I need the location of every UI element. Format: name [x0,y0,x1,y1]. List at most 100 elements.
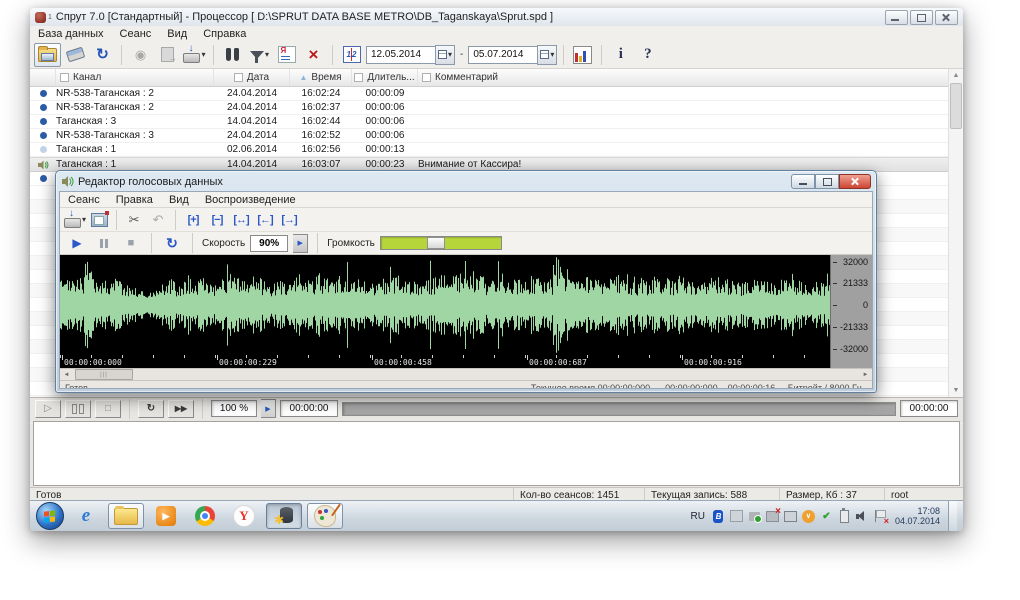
table-row[interactable]: Таганская : 102.06.201416:02:5600:00:13 [30,143,963,157]
menu-item-база-данных[interactable]: База данных [30,28,112,40]
minimize-button[interactable] [885,10,908,25]
playback-progress-bar[interactable] [342,402,896,416]
date-filter-button[interactable]: 12 [339,44,364,66]
menu-item-воспроизведение[interactable]: Воспроизведение [197,194,304,206]
hidden-icons-button[interactable]: ∨ [802,510,815,523]
filter-caret-icon[interactable]: ▾ [265,50,269,59]
taskbar-explorer-button[interactable] [108,503,144,529]
loop-button[interactable]: ↻ [138,400,164,418]
volume-slider[interactable] [380,236,502,250]
header-checkbox[interactable] [354,73,363,82]
antivirus-icon[interactable]: ✔ [820,510,833,523]
show-desktop-button[interactable] [948,501,957,531]
scroll-up-button[interactable]: ▲ [953,69,960,82]
editor-play-button[interactable]: ▶ [66,234,88,253]
zoom-in-button[interactable]: [+] [182,210,204,229]
taskbar-paint-button[interactable] [307,503,343,529]
scrollbar-thumb[interactable]: ||| [75,369,133,380]
date-to-field[interactable]: 05.07.2014 [468,46,537,64]
zoom-fit-button[interactable]: [↔] [230,210,252,229]
app-tray-icon[interactable] [730,510,743,523]
scroll-right-button[interactable]: [→] [278,210,300,229]
volume-slider-thumb[interactable] [427,237,445,249]
network-error-icon[interactable] [766,510,779,523]
header-checkbox[interactable] [234,73,243,82]
editor-horizontal-scrollbar[interactable]: ◄ ||| ► [60,368,872,380]
sort-button[interactable]: Я [274,44,299,66]
chart-columns-button[interactable] [570,44,595,66]
date-from-field[interactable]: 12.05.2014 [366,46,435,64]
scroll-right-arrow[interactable]: ► [859,369,872,380]
scroll-down-button[interactable]: ▼ [953,384,960,397]
menu-item-правка[interactable]: Правка [108,194,161,206]
export-caret-icon[interactable]: ▾ [82,215,86,224]
fast-forward-button[interactable]: ▶▶ [168,400,194,418]
header-checkbox[interactable] [60,73,69,82]
menu-item-вид[interactable]: Вид [161,194,197,206]
search-button[interactable] [220,44,245,66]
taskbar-ie-button[interactable]: e [69,504,103,528]
comment-panel[interactable] [33,421,960,486]
scroll-left-button[interactable]: [←] [254,210,276,229]
taskbar-chrome-button[interactable] [188,504,222,528]
column-header-3[interactable]: Длитель... [352,69,418,86]
open-database-button[interactable] [34,43,61,67]
date-from-dropdown[interactable]: ▾ [435,45,455,65]
header-checkbox[interactable] [422,73,431,82]
taskbar-yandex-button[interactable]: Y [227,504,261,528]
table-row[interactable]: NR-538-Таганская : 324.04.201416:02:5200… [30,129,963,143]
language-indicator[interactable]: RU [689,511,707,522]
menu-item-сеанс[interactable]: Сеанс [60,194,108,206]
clock[interactable]: 17:08 04.07.2014 [892,506,943,526]
date-to-dropdown[interactable]: ▾ [537,45,557,65]
bluetooth-icon[interactable]: B [712,510,725,523]
zoom-out-button[interactable]: [−] [206,210,228,229]
play-button[interactable]: ▷ [35,400,61,418]
editor-minimize-button[interactable] [791,174,815,189]
help-button[interactable]: ? [635,44,660,66]
delete-button[interactable]: × [301,44,326,66]
speed-spinner-button[interactable]: ▶ [261,399,276,418]
column-header-4[interactable]: Комментарий [418,69,963,86]
table-vertical-scrollbar[interactable]: ▲ ▼ [948,69,963,397]
refresh-button[interactable]: ↻ [90,44,115,66]
editor-close-button[interactable] [839,174,871,189]
waveform-display[interactable]: 00:00:00:00000:00:00:22900:00:00:45800:0… [60,255,830,368]
editor-loop-button[interactable]: ↻ [161,234,183,253]
editor-speed-spinner[interactable]: ▶ [293,234,308,253]
editor-speed-value[interactable]: 90% [250,235,288,252]
battery-icon[interactable] [838,510,851,523]
pause-button[interactable] [65,400,91,418]
menu-item-вид[interactable]: Вид [159,28,195,40]
column-header-1[interactable]: Дата [214,69,290,86]
speed-value[interactable]: 100 % [211,400,257,417]
menu-item-справка[interactable]: Справка [195,28,254,40]
filter-button[interactable]: ▾ [247,44,272,66]
start-button[interactable] [36,502,64,530]
info-button[interactable]: i [608,44,633,66]
column-header-2[interactable]: ▲Время [290,69,352,86]
column-header-0[interactable]: Канал [56,69,214,86]
menu-item-сеанс[interactable]: Сеанс [112,28,160,40]
table-row[interactable]: Таганская : 314.04.201416:02:4400:00:06 [30,115,963,129]
taskbar-media-player-button[interactable]: ▶ [149,504,183,528]
editor-stop-button[interactable]: ■ [120,234,142,253]
table-row[interactable]: NR-538-Таганская : 224.04.201416:02:2400… [30,87,963,101]
close-button[interactable] [935,10,958,25]
table-row[interactable]: NR-538-Таганская : 224.04.201416:02:3700… [30,101,963,115]
action-center-icon[interactable] [874,510,887,523]
clear-button[interactable] [63,44,88,66]
display-icon[interactable] [784,510,797,523]
stop-button[interactable]: □ [95,400,121,418]
usb-eject-icon[interactable] [748,510,761,523]
maximize-button[interactable] [910,10,933,25]
volume-icon[interactable] [856,510,869,523]
cut-button[interactable]: ✂ [123,210,145,229]
scrollbar-thumb[interactable] [950,83,962,129]
export-caret-icon[interactable]: ▾ [201,50,205,59]
export-button[interactable]: ▾ [182,44,207,66]
editor-export-button[interactable]: ▾ [64,210,86,229]
editor-pause-button[interactable] [93,234,115,253]
session-card-button[interactable] [88,210,110,229]
scroll-left-arrow[interactable]: ◄ [60,369,73,380]
